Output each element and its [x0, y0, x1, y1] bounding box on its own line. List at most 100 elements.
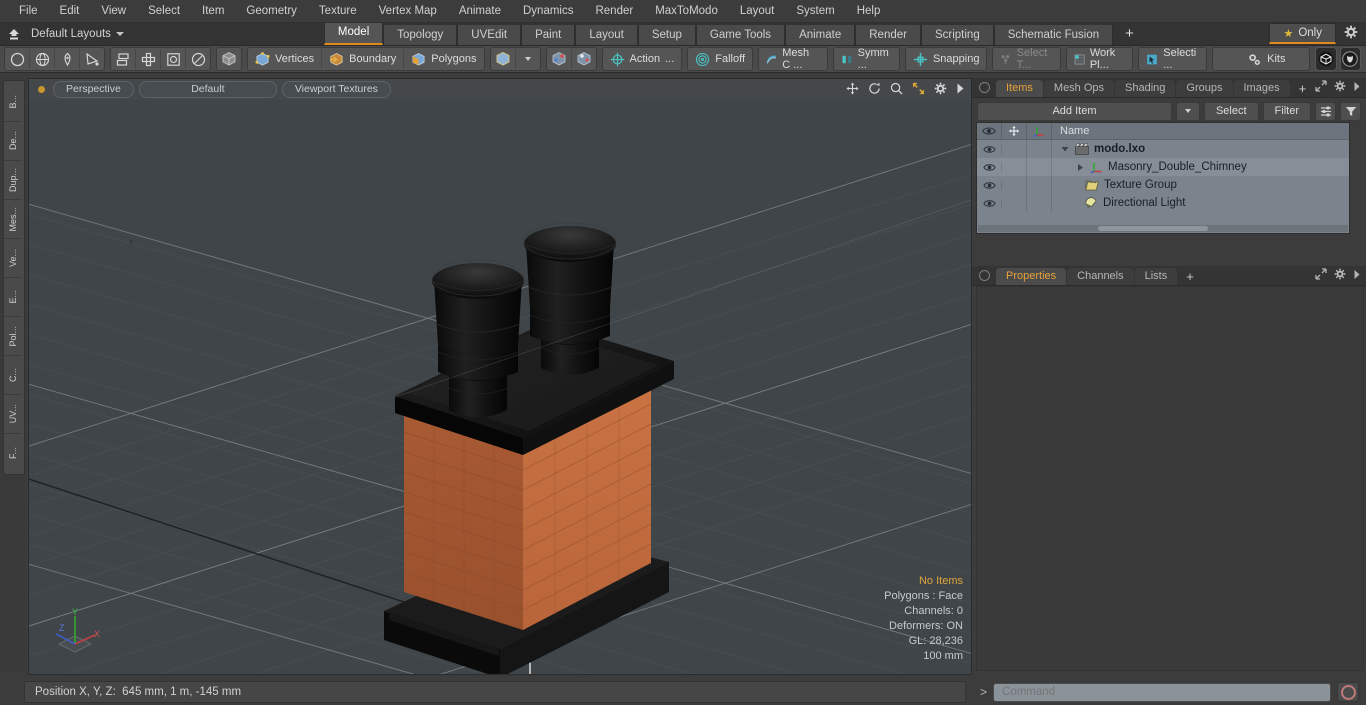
falloff-button[interactable]: Falloff [688, 49, 752, 69]
properties-panel-body[interactable] [976, 286, 1364, 671]
rotate-icon[interactable] [868, 82, 881, 98]
radial-icon[interactable] [186, 49, 210, 69]
zoom-icon[interactable] [890, 82, 903, 98]
tab-game-tools[interactable]: Game Tools [695, 25, 786, 45]
play-icon[interactable] [1353, 269, 1361, 283]
mesh-constraint-button[interactable]: Mesh C ... [759, 47, 827, 71]
menu-item-dynamics[interactable]: Dynamics [512, 0, 584, 22]
work-plane-button[interactable]: Work Pl... [1067, 47, 1133, 71]
menu-item-texture[interactable]: Texture [308, 0, 368, 22]
add-properties-tab-button[interactable]: + [1178, 268, 1202, 285]
snapping-button[interactable]: Snapping [906, 49, 987, 69]
vtab-mesh-edit[interactable]: Mes... [4, 200, 22, 239]
tab-schematic-fusion[interactable]: Schematic Fusion [993, 25, 1114, 45]
selection-sets-button[interactable]: Selecti ... [1139, 47, 1206, 71]
menu-item-file[interactable]: File [8, 0, 49, 22]
select-mode-boundary[interactable]: Boundary [322, 49, 405, 69]
home-up-icon[interactable] [3, 24, 25, 44]
globe-icon[interactable] [30, 49, 55, 69]
tab-scripting[interactable]: Scripting [920, 25, 994, 45]
tab-render[interactable]: Render [855, 25, 921, 45]
center-icon[interactable] [161, 49, 186, 69]
tab-images[interactable]: Images [1233, 80, 1290, 97]
column-axis-icon[interactable] [1027, 123, 1052, 139]
layout-selector[interactable]: Default Layouts [25, 28, 134, 40]
menu-item-render[interactable]: Render [584, 0, 644, 22]
tab-layout[interactable]: Layout [575, 25, 638, 45]
viewport-style[interactable]: Default [138, 81, 277, 98]
move-icon[interactable] [846, 81, 859, 98]
visibility-toggle[interactable] [977, 162, 1002, 172]
select-through-button[interactable]: Select T... [993, 47, 1059, 71]
play-icon[interactable] [956, 82, 965, 98]
record-circle-icon[interactable] [1337, 682, 1359, 702]
vtab-curve[interactable]: C... [4, 356, 22, 395]
symmetry-button[interactable]: Symm ... [834, 47, 899, 71]
menu-item-animate[interactable]: Animate [448, 0, 512, 22]
visibility-toggle[interactable] [977, 198, 1002, 208]
gear-icon[interactable] [1342, 23, 1360, 41]
list-item-scene[interactable]: modo.lxo [1052, 143, 1145, 155]
tab-model[interactable]: Model [323, 23, 384, 45]
item-cube-icon[interactable] [491, 49, 516, 69]
tab-shading[interactable]: Shading [1115, 80, 1176, 97]
add-item-dropdown[interactable] [1175, 101, 1200, 121]
add-item-button[interactable]: Add Item [977, 101, 1172, 121]
pivot-a-icon[interactable] [547, 49, 572, 69]
select-button[interactable]: Select [1203, 101, 1259, 121]
tab-animate[interactable]: Animate [785, 25, 856, 45]
vtab-uv[interactable]: UV... [4, 395, 22, 434]
table-row[interactable]: Masonry_Double_Chimney [977, 158, 1349, 176]
item-tree-list[interactable]: Name modo.lxo Masonry_Double_Chimney Tex… [976, 122, 1350, 234]
menu-item-help[interactable]: Help [846, 0, 892, 22]
vtab-deform[interactable]: De... [4, 122, 22, 161]
tab-uvedit[interactable]: UVEdit [457, 25, 522, 45]
viewport-view-mode[interactable]: Perspective [53, 81, 134, 98]
tab-mesh-ops[interactable]: Mesh Ops [1043, 80, 1115, 97]
array-icon[interactable] [136, 49, 161, 69]
list-item-masonry-double-chimney[interactable]: Masonry_Double_Chimney [1052, 161, 1247, 173]
vtab-polygon[interactable]: Pol... [4, 317, 22, 356]
fit-icon[interactable] [912, 82, 925, 98]
gear-icon[interactable] [1334, 80, 1346, 95]
menu-item-select[interactable]: Select [137, 0, 191, 22]
tab-lists[interactable]: Lists [1134, 268, 1178, 285]
tab-setup[interactable]: Setup [637, 25, 696, 45]
menu-item-system[interactable]: System [785, 0, 845, 22]
visibility-toggle[interactable] [977, 180, 1002, 190]
select-mode-vertices[interactable]: Vertices [248, 49, 323, 69]
vtab-edge[interactable]: E... [4, 278, 22, 317]
menu-item-view[interactable]: View [90, 0, 137, 22]
pen-icon[interactable] [55, 49, 80, 69]
table-row[interactable]: Directional Light [977, 194, 1349, 212]
menu-item-geometry[interactable]: Geometry [235, 0, 308, 22]
select-mode-polygons[interactable]: Polygons [404, 49, 483, 69]
only-toggle[interactable]: ★ Only [1269, 23, 1336, 44]
command-input[interactable] [993, 682, 1331, 702]
scrollbar-thumb[interactable] [1098, 226, 1208, 231]
tab-groups[interactable]: Groups [1176, 80, 1233, 97]
list-item-texture-group[interactable]: Texture Group [1052, 179, 1177, 191]
table-row[interactable]: modo.lxo [977, 140, 1349, 158]
table-row[interactable]: Texture Group [977, 176, 1349, 194]
mirror-icon[interactable] [111, 49, 136, 69]
tab-topology[interactable]: Topology [383, 25, 458, 45]
filter-funnel-icon[interactable] [1340, 101, 1361, 121]
menu-item-edit[interactable]: Edit [49, 0, 91, 22]
curve-icon[interactable] [80, 49, 104, 69]
add-panel-tab-button[interactable]: + [1291, 80, 1315, 97]
play-icon[interactable] [1353, 81, 1361, 95]
gear-icon[interactable] [934, 82, 947, 98]
cube-solid-icon[interactable] [217, 49, 241, 69]
vtab-vertex[interactable]: Ve... [4, 239, 22, 278]
tab-paint[interactable]: Paint [521, 25, 576, 45]
viewport-shading[interactable]: Viewport Textures [281, 81, 391, 98]
vtab-duplicate[interactable]: Dup... [4, 161, 22, 200]
viewport-3d[interactable]: Perspective Default Viewport Textures x … [28, 78, 972, 675]
visibility-toggle[interactable] [977, 144, 1002, 154]
kits-button[interactable]: Kits [1213, 49, 1319, 69]
tab-properties[interactable]: Properties [996, 268, 1067, 285]
unreal-brand-icon[interactable] [1339, 47, 1361, 71]
list-options-icon[interactable] [1315, 101, 1336, 121]
add-tab-button[interactable]: + [1113, 25, 1146, 45]
